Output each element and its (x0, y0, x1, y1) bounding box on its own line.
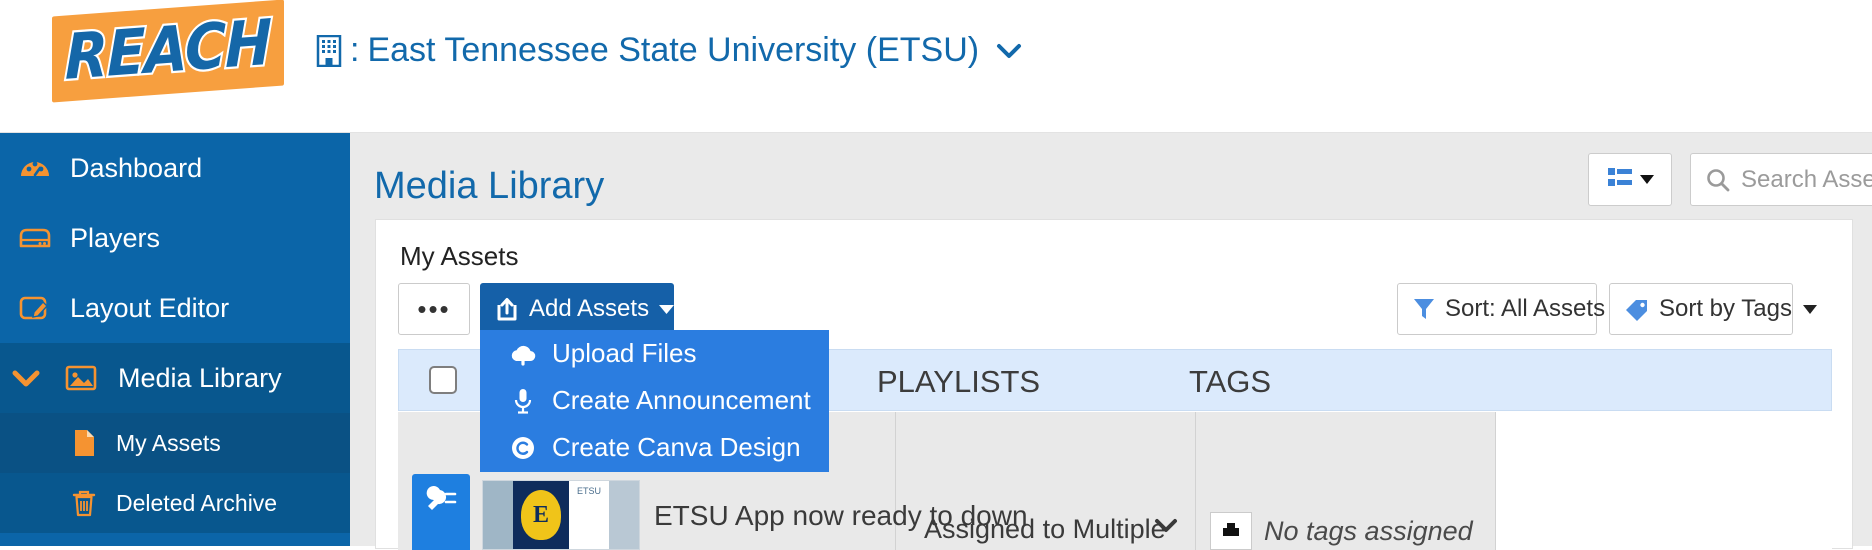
top-header-bar: REACH : East Tennessee State University … (0, 0, 1872, 133)
select-all-checkbox[interactable] (429, 366, 457, 394)
cloud-upload-icon (502, 341, 544, 367)
sidebar-item-layout-editor[interactable]: Layout Editor (0, 273, 350, 343)
canva-circle-icon (502, 435, 544, 461)
thumbnail-caption-segment: ETSU (569, 481, 609, 549)
wrench-settings-icon[interactable] (412, 474, 470, 550)
caret-down-icon (1802, 304, 1817, 314)
trash-icon (62, 488, 106, 518)
tags-cell: No tags assigned (1196, 412, 1496, 550)
asset-thumbnail: E ETSU (482, 480, 640, 550)
sidebar-item-label: Players (70, 222, 161, 253)
add-assets-button[interactable]: Add Assets (480, 283, 675, 335)
sidebar-item-label: Media Library (118, 362, 282, 393)
sidebar-item-label: Layout Editor (70, 292, 230, 323)
menu-item-label: Create Canva Design (552, 432, 801, 462)
dashboard-gauge-icon (12, 151, 58, 185)
add-assets-dropdown-menu: Upload Files Create Announcement Create … (480, 330, 829, 472)
menu-item-create-canva-design[interactable]: Create Canva Design (480, 424, 829, 471)
etsu-crest: E (521, 490, 561, 540)
sort-by-tags-label: Sort by Tags (1659, 295, 1792, 322)
organization-separator: : (350, 31, 360, 69)
plus-icon[interactable] (1210, 512, 1252, 550)
more-actions-button[interactable]: ••• (398, 283, 470, 335)
chevron-down-icon[interactable] (996, 42, 1022, 60)
playlist-cell: Assigned to Multiple (896, 412, 1196, 550)
thumbnail-segment (609, 481, 639, 549)
column-header-tags: TAGS (1189, 364, 1272, 399)
player-device-icon (12, 224, 58, 252)
sidebar-item-dashboard[interactable]: Dashboard (0, 133, 350, 203)
sidebar-group-media-library: Media Library My Assets Deleted Archive (0, 343, 350, 533)
menu-item-label: Upload Files (552, 338, 697, 368)
menu-item-label: Create Announcement (552, 385, 811, 415)
playlist-value: Assigned to Multiple (924, 514, 1166, 544)
assets-card: My Assets ••• Add Assets Sort: All Asset… (375, 219, 1853, 550)
sidebar-item-my-assets[interactable]: My Assets (0, 413, 350, 473)
search-icon (1705, 167, 1731, 193)
menu-item-upload-files[interactable]: Upload Files (480, 330, 829, 377)
search-assets-field[interactable]: Search Assets... (1690, 153, 1872, 206)
caret-down-icon (659, 304, 675, 314)
caret-down-icon (1639, 171, 1654, 189)
sidebar-item-deleted-archive[interactable]: Deleted Archive (0, 473, 350, 533)
page-title: Media Library (374, 165, 605, 207)
edit-pencil-icon (12, 293, 58, 323)
sort-by-tags-button[interactable]: Sort by Tags (1609, 283, 1817, 335)
card-heading: My Assets (400, 241, 519, 271)
chevron-down-icon[interactable] (6, 368, 46, 388)
tags-value: No tags assigned (1264, 516, 1473, 546)
microphone-icon (502, 387, 544, 415)
search-placeholder: Search Assets... (1741, 165, 1872, 193)
thumbnail-segment (483, 481, 513, 549)
organization-selector[interactable]: : East Tennessee State University (ETSU) (316, 31, 1022, 70)
chevron-down-icon[interactable] (1154, 518, 1178, 534)
sidebar-item-label: My Assets (116, 429, 221, 456)
sidebar-item-label: Deleted Archive (116, 489, 278, 516)
reach-logo[interactable]: REACH (52, 0, 284, 103)
column-header-playlists: PLAYLISTS (877, 364, 1041, 399)
sort-all-assets-label: Sort: All Assets (1445, 295, 1606, 322)
view-mode-toggle-button[interactable] (1588, 153, 1672, 206)
logo-wordmark: REACH (63, 4, 273, 96)
sort-all-assets-button[interactable]: Sort: All Assets (1397, 283, 1631, 335)
file-document-icon (62, 428, 106, 458)
menu-item-create-announcement[interactable]: Create Announcement (480, 377, 829, 424)
sidebar-item-label: Dashboard (70, 152, 203, 183)
main-content-area: Media Library Search Assets... My Assets… (350, 133, 1872, 550)
filter-funnel-icon (1412, 296, 1436, 322)
sidebar-navigation: Dashboard Players Layout Editor Media Li… (0, 133, 350, 546)
add-assets-label: Add Assets (529, 295, 650, 322)
tag-icon (1624, 297, 1650, 321)
organization-name: East Tennessee State University (ETSU) (367, 31, 980, 69)
sidebar-item-players[interactable]: Players (0, 203, 350, 273)
share-export-icon (494, 296, 520, 322)
list-view-icon (1607, 166, 1633, 193)
thumbnail-crest-segment: E (513, 481, 569, 549)
sidebar-item-media-library[interactable]: Media Library (0, 343, 350, 413)
building-icon (316, 34, 342, 67)
row-extra-cell (1496, 412, 1832, 550)
image-picture-icon (58, 363, 104, 393)
